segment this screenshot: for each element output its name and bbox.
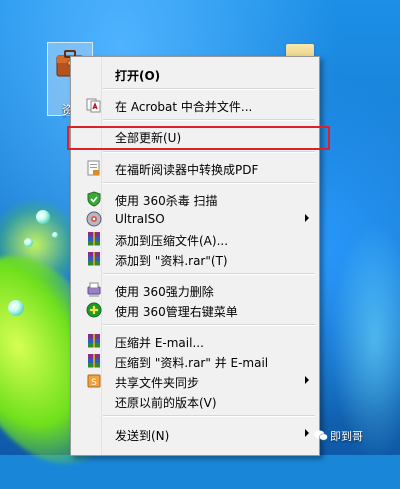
menu-item-label: 添加到 "资料.rar"(T) — [115, 254, 228, 268]
plus-360-icon — [86, 302, 102, 318]
menu-item-restore-previous[interactable]: 还原以前的版本(V) — [71, 390, 319, 412]
wallpaper-light — [330, 220, 400, 460]
menu-item-360-scan[interactable]: 使用 360杀毒 扫描 — [71, 188, 319, 210]
menu-item-360-manage-menu[interactable]: 使用 360管理右键菜单 — [71, 299, 319, 321]
winrar-icon — [88, 252, 100, 266]
menu-item-label: 在福昕阅读器中转换成PDF — [115, 163, 259, 177]
shield-360-icon — [87, 191, 101, 207]
menu-item-label: 打开(O) — [115, 69, 161, 83]
menu-item-label: 发送到(N) — [115, 429, 170, 443]
menu-item-compress-to-rar-email[interactable]: 压缩到 "资料.rar" 并 E-mail — [71, 350, 319, 372]
submenu-arrow-icon — [305, 376, 309, 384]
menu-item-compress-email[interactable]: 压缩并 E-mail... — [71, 330, 319, 352]
menu-item-label: 还原以前的版本(V) — [115, 396, 217, 410]
menu-item-label: UltraISO — [115, 212, 165, 226]
menu-item-add-to-archive[interactable]: 添加到压缩文件(A)... — [71, 228, 319, 250]
menu-item-label: 使用 360管理右键菜单 — [115, 305, 238, 319]
menu-separator — [103, 119, 315, 121]
menu-item-label: 添加到压缩文件(A)... — [115, 234, 229, 248]
menu-item-open[interactable]: 打开(O) — [71, 63, 319, 85]
wallpaper-bubble — [24, 238, 33, 247]
menu-separator — [103, 88, 315, 90]
menu-separator — [103, 415, 315, 417]
share-sync-icon: S — [87, 374, 101, 388]
highlight-annotation-box — [67, 126, 330, 150]
wallpaper-bubble — [52, 232, 58, 238]
menu-item-label: 在 Acrobat 中合并文件... — [115, 100, 253, 114]
menu-item-360-delete[interactable]: 使用 360强力删除 — [71, 279, 319, 301]
menu-item-acrobat-combine[interactable]: 在 Acrobat 中合并文件... — [71, 94, 319, 116]
ultraiso-icon — [86, 211, 102, 227]
foxit-pdf-icon — [87, 160, 100, 176]
menu-item-label: 共享文件夹同步 — [115, 376, 200, 390]
wallpaper-bubble — [8, 300, 24, 316]
menu-item-ultraiso[interactable]: UltraISO — [71, 208, 319, 230]
shredder-icon — [87, 282, 101, 297]
context-menu: 打开(O) 在 Acrobat 中合并文件... 全部更新(U) 在福昕阅读器中… — [70, 56, 320, 456]
menu-item-share-sync[interactable]: S 共享文件夹同步 — [71, 370, 319, 392]
svg-text:S: S — [91, 378, 97, 388]
menu-separator — [103, 273, 315, 275]
menu-separator — [103, 324, 315, 326]
submenu-arrow-icon — [305, 214, 309, 222]
submenu-arrow-icon — [305, 429, 309, 437]
watermark-label: 即到哥 — [330, 430, 363, 443]
menu-item-add-to-rar[interactable]: 添加到 "资料.rar"(T) — [71, 248, 319, 270]
winrar-icon — [88, 354, 100, 368]
wallpaper-bubble — [36, 210, 50, 224]
wechat-icon — [314, 430, 328, 441]
menu-separator — [103, 182, 315, 184]
menu-item-label: 压缩并 E-mail... — [115, 336, 204, 350]
menu-item-foxit-convert[interactable]: 在福昕阅读器中转换成PDF — [71, 157, 319, 179]
menu-item-label: 使用 360杀毒 扫描 — [115, 194, 218, 208]
menu-separator — [103, 151, 315, 153]
menu-item-label: 压缩到 "资料.rar" 并 E-mail — [115, 356, 269, 370]
menu-item-send-to[interactable]: 发送到(N) — [71, 423, 319, 445]
acrobat-icon — [86, 98, 101, 113]
menu-item-label: 使用 360强力删除 — [115, 285, 214, 299]
winrar-icon — [88, 334, 100, 348]
winrar-icon — [88, 232, 100, 246]
